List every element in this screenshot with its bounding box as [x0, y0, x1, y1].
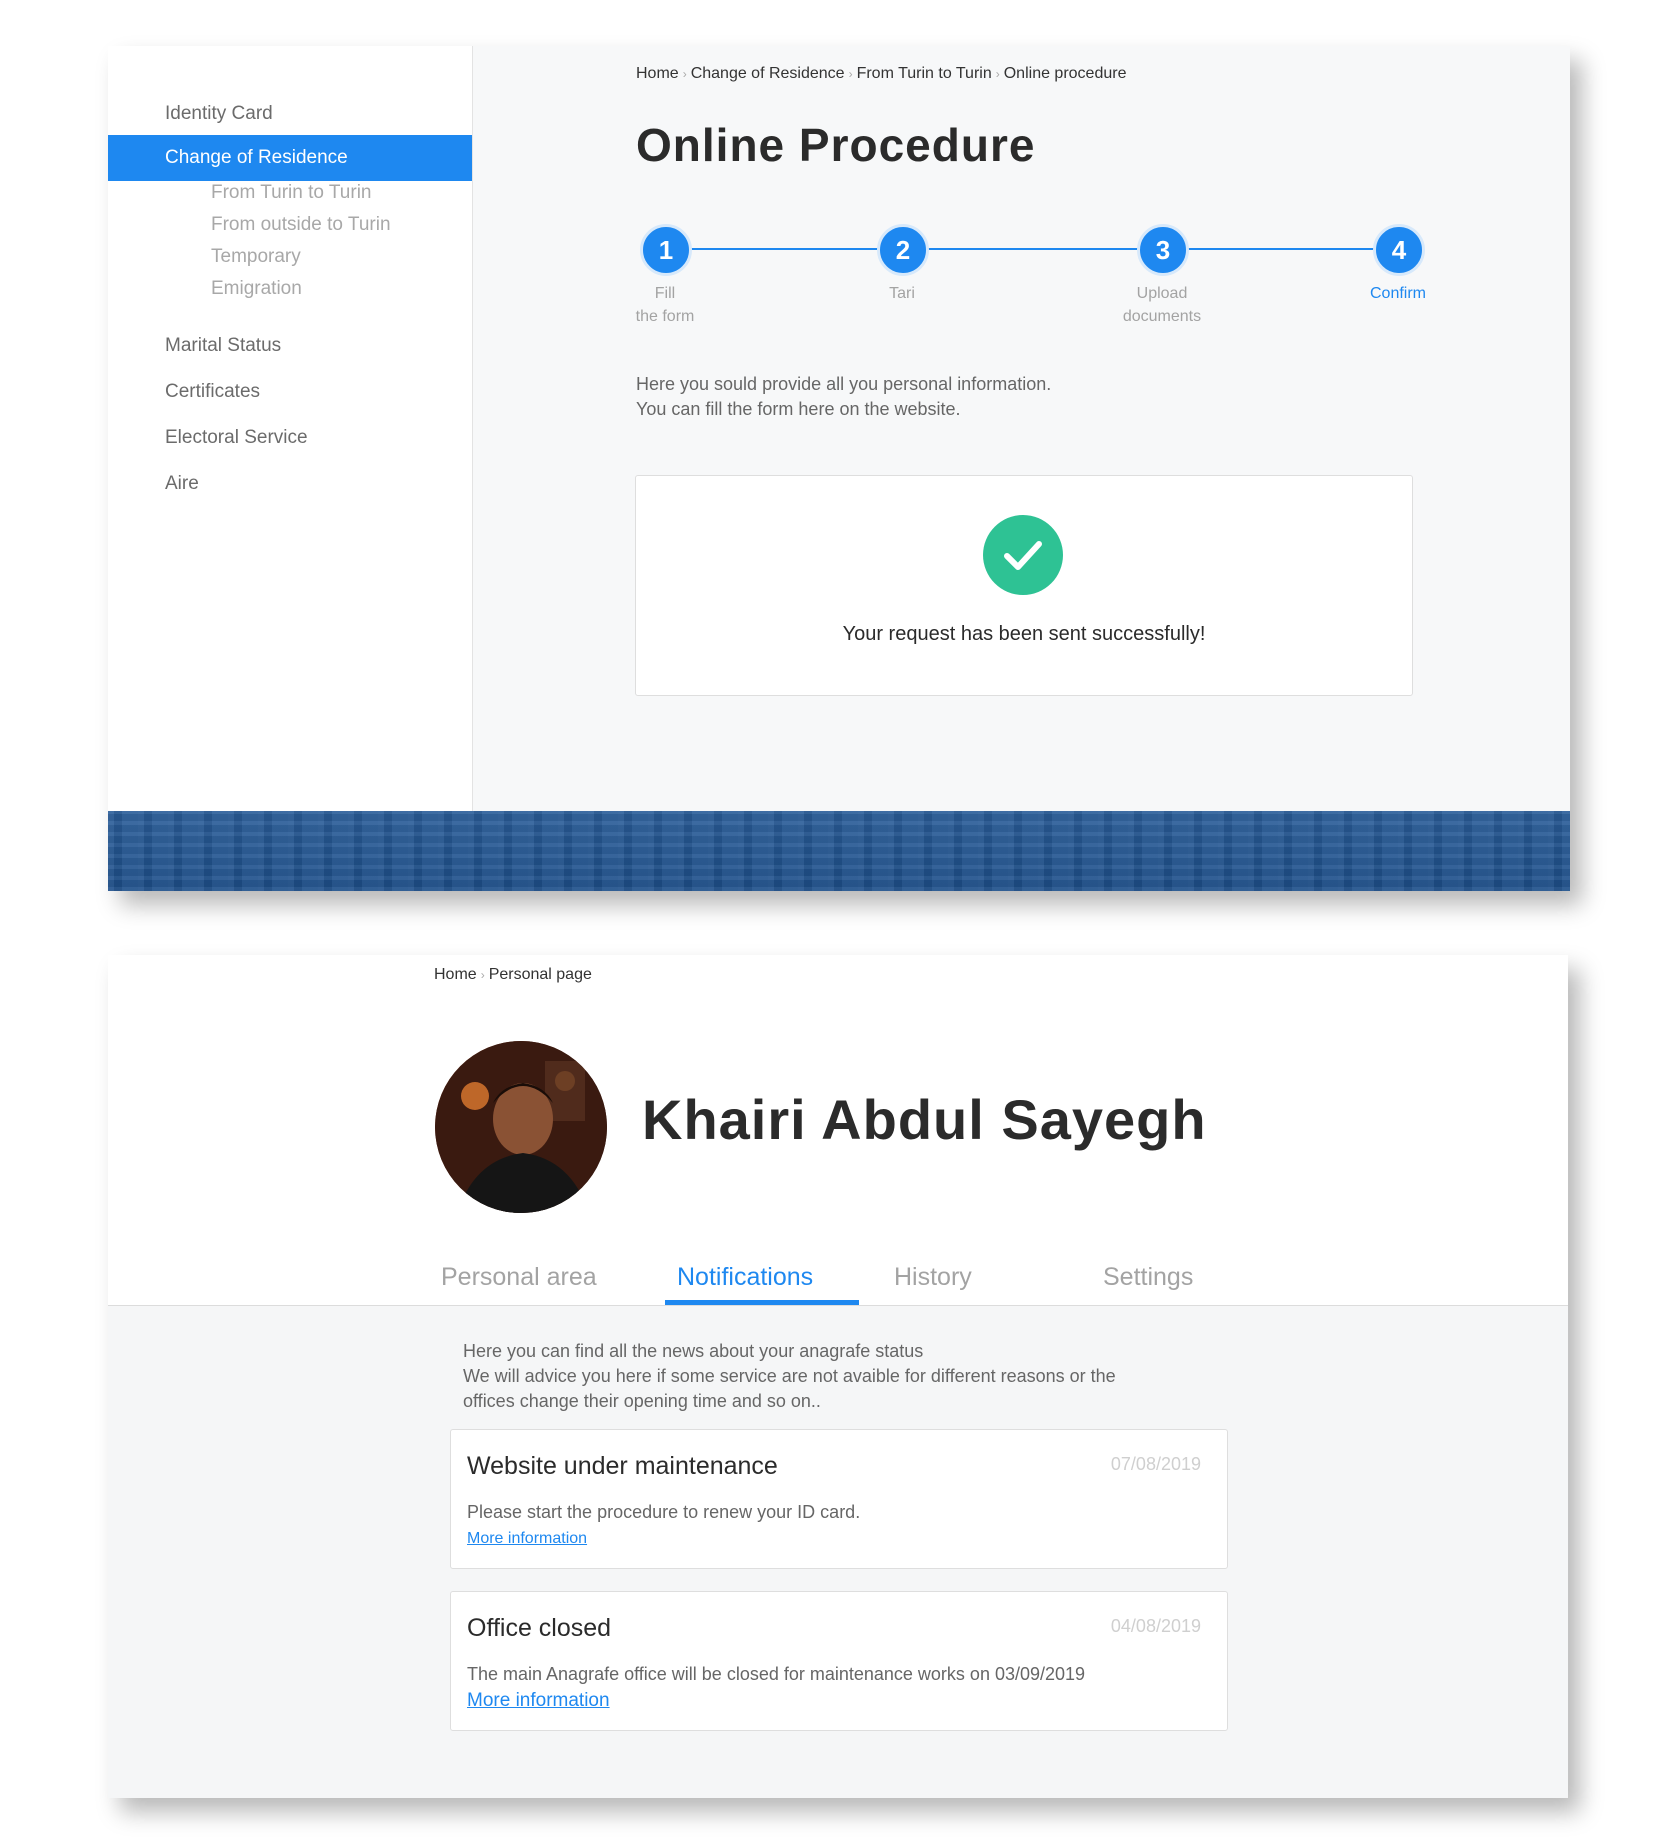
- step-2-label-line1: Tari: [889, 285, 915, 302]
- more-information-link[interactable]: More information: [467, 1690, 610, 1712]
- personal-page-screen: Home › Personal page Khairi Abdul Sayegh P…: [108, 955, 1568, 1798]
- tab-personal-area[interactable]: Personal area: [441, 1263, 597, 1292]
- sidebar: Identity Card Change of Residence From T…: [108, 46, 473, 811]
- tab-history[interactable]: History: [894, 1263, 972, 1292]
- procedure-intro-line1: Here you sould provide all you personal …: [636, 374, 1052, 394]
- notification-body: Please start the procedure to renew your…: [467, 1502, 861, 1522]
- breadcrumb-separator: ›: [995, 67, 1000, 81]
- avatar: [435, 1041, 607, 1213]
- sidebar-item-identity-card[interactable]: Identity Card: [108, 91, 472, 137]
- breadcrumb: Home › Personal page: [434, 966, 592, 984]
- notification-card: Office closed 04/08/2019 The main Anagra…: [450, 1591, 1228, 1731]
- notifications-intro-line3: offices change their opening time and so…: [463, 1391, 821, 1411]
- breadcrumb-home[interactable]: Home: [434, 966, 477, 983]
- step-1-label-line1: Fill: [654, 285, 676, 302]
- breadcrumb-change-of-residence[interactable]: Change of Residence: [691, 65, 845, 82]
- breadcrumb-online-procedure: Online procedure: [1003, 65, 1127, 82]
- active-tab-indicator: [665, 1300, 859, 1305]
- notification-body: The main Anagrafe office will be closed …: [467, 1664, 1086, 1684]
- notification-title: Website under maintenance: [467, 1452, 778, 1480]
- tab-settings[interactable]: Settings: [1103, 1263, 1193, 1292]
- notifications-intro-line2: We will advice you here if some service …: [463, 1366, 1116, 1386]
- breadcrumb-separator: ›: [682, 67, 687, 81]
- notification-card: Website under maintenance 07/08/2019 Ple…: [450, 1429, 1228, 1569]
- page-title: Online Procedure: [636, 119, 1036, 171]
- sidebar-item-electoral-service[interactable]: Electoral Service: [108, 415, 472, 461]
- step-4-circle[interactable]: 4: [1373, 224, 1425, 276]
- sidebar-item-change-of-residence[interactable]: Change of Residence: [108, 135, 472, 181]
- notification-title: Office closed: [467, 1614, 612, 1642]
- notifications-intro-line1: Here you can find all the news about you…: [463, 1341, 924, 1361]
- stepper-line: [663, 248, 1403, 250]
- step-4-label-line1: Confirm: [1369, 285, 1426, 302]
- sidebar-item-marital-status[interactable]: Marital Status: [108, 323, 472, 369]
- notification-date: 07/08/2019: [1110, 1454, 1201, 1474]
- procedure-intro: Here you sould provide all you personal …: [636, 372, 1051, 422]
- breadcrumb-home[interactable]: Home: [636, 65, 679, 82]
- online-procedure-screen: Identity Card Change of Residence From T…: [108, 46, 1570, 891]
- breadcrumb-from-turin-to-turin[interactable]: From Turin to Turin: [857, 65, 992, 82]
- step-3-circle[interactable]: 3: [1137, 224, 1189, 276]
- breadcrumb: Home › Change of Residence › From Turin to T…: [636, 65, 1126, 83]
- sidebar-subitem-emigration[interactable]: Emigration: [211, 278, 302, 300]
- tab-notifications[interactable]: Notifications: [677, 1263, 813, 1292]
- step-2-label: Tari: [832, 282, 972, 305]
- breadcrumb-separator: ›: [848, 67, 853, 81]
- more-information-link[interactable]: More information: [467, 1530, 587, 1548]
- step-1-circle[interactable]: 1: [640, 224, 692, 276]
- step-3-label: Upload documents: [1092, 282, 1232, 328]
- sidebar-item-certificates[interactable]: Certificates: [108, 369, 472, 415]
- success-message: Your request has been sent successfully!: [842, 623, 1206, 645]
- step-3-label-line1: Upload: [1136, 285, 1188, 302]
- step-2-circle[interactable]: 2: [877, 224, 929, 276]
- step-1-label: Fill the form: [595, 282, 735, 328]
- step-4-label: Confirm: [1328, 282, 1468, 305]
- sidebar-subitem-from-turin-to-turin[interactable]: From Turin to Turin: [211, 182, 372, 204]
- checkmark-icon: [983, 515, 1063, 595]
- profile-header: Home › Personal page Khairi Abdul Sayegh P…: [108, 955, 1568, 1306]
- sidebar-item-aire[interactable]: Aire: [108, 461, 472, 507]
- breadcrumb-personal-page: Personal page: [488, 966, 592, 983]
- procedure-intro-line2: You can fill the form here on the websit…: [636, 399, 961, 419]
- breadcrumb-separator: ›: [480, 968, 485, 982]
- notification-date: 04/08/2019: [1110, 1616, 1201, 1636]
- sidebar-subitem-from-outside-to-turin[interactable]: From outside to Turin: [211, 214, 391, 236]
- success-card: Your request has been sent successfully!: [635, 475, 1413, 696]
- footer-banner: [108, 811, 1570, 891]
- sidebar-subitem-temporary[interactable]: Temporary: [211, 246, 301, 268]
- notifications-intro: Here you can find all the news about you…: [463, 1339, 1203, 1414]
- user-name: Khairi Abdul Sayegh: [642, 1088, 1207, 1151]
- step-1-label-line2: the form: [635, 308, 695, 325]
- step-3-label-line2: documents: [1122, 308, 1202, 325]
